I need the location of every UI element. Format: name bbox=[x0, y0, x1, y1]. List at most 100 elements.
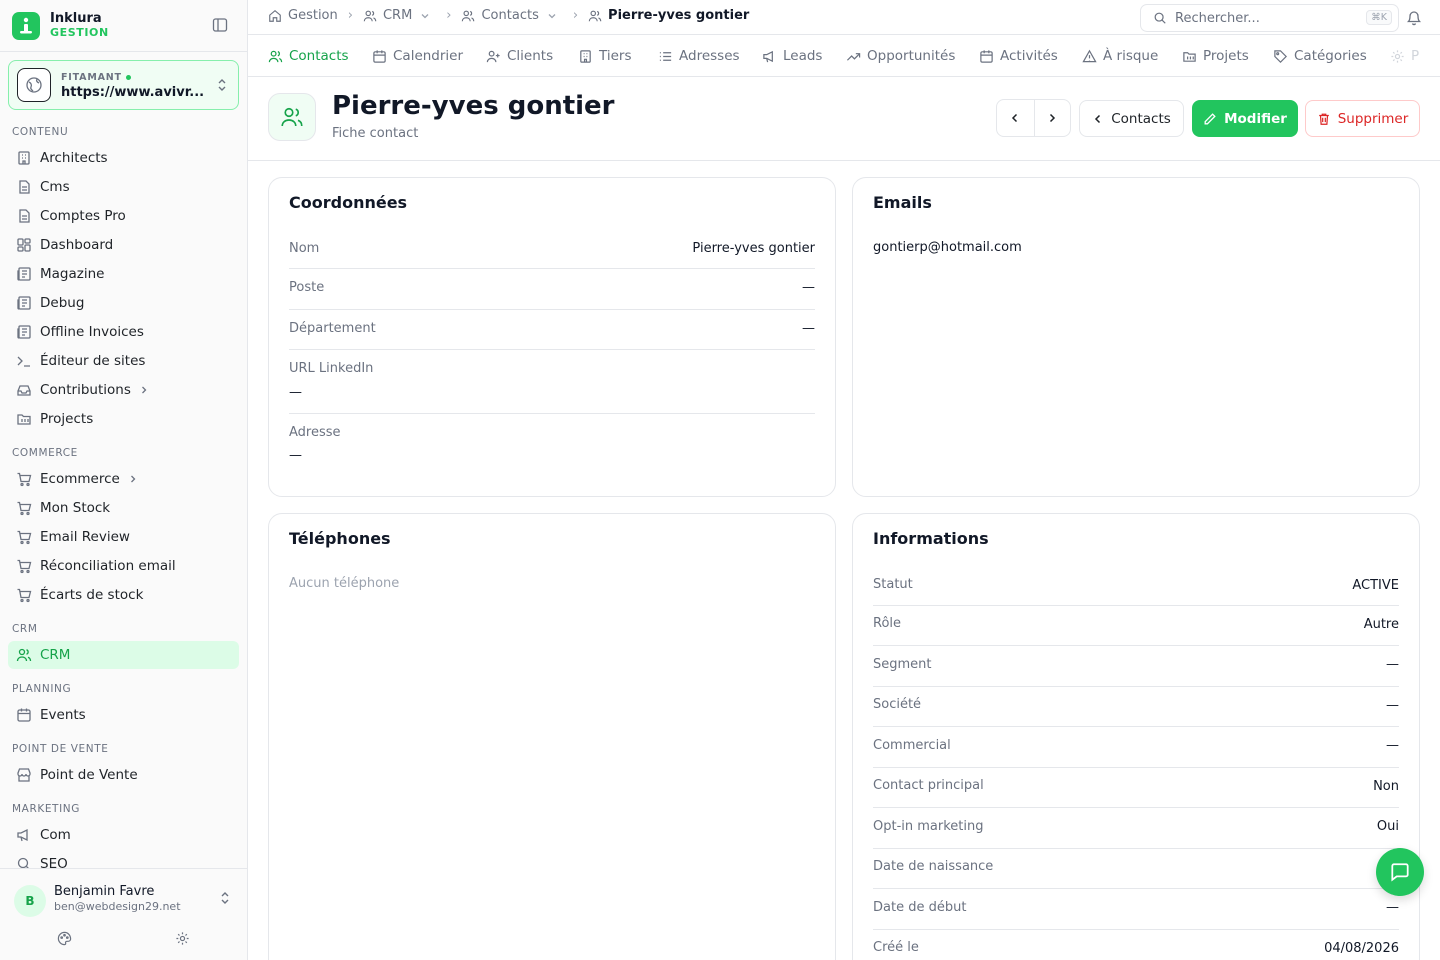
tab-tiers[interactable]: Tiers bbox=[578, 35, 632, 76]
field-value: — bbox=[802, 280, 815, 295]
sidebar-item-label: Dashboard bbox=[40, 237, 114, 253]
sidebar-item-label: CRM bbox=[40, 647, 71, 663]
sidebar-item-label: Mon Stock bbox=[40, 500, 111, 516]
field-row: Opt-in marketing Oui bbox=[873, 808, 1399, 849]
sidebar-item-label: Offline Invoices bbox=[40, 324, 144, 340]
tab-opportunites[interactable]: Opportunités bbox=[846, 35, 955, 76]
sidebar-item-comptes-pro[interactable]: Comptes Pro bbox=[8, 202, 239, 230]
field-row: Créé le 04/08/2026 bbox=[873, 930, 1399, 960]
tab-more[interactable]: P bbox=[1390, 35, 1419, 76]
sidebar-item-label: Architects bbox=[40, 150, 108, 166]
tab-adresses[interactable]: Adresses bbox=[658, 35, 740, 76]
breadcrumb-home[interactable]: Gestion bbox=[268, 8, 338, 23]
sidebar-item-label: Cms bbox=[40, 179, 70, 195]
field-label: Adresse bbox=[289, 425, 341, 440]
tab-a-risque[interactable]: À risque bbox=[1082, 35, 1158, 76]
sidebar-item-com[interactable]: Com bbox=[8, 821, 239, 849]
card-informations: Informations Statut ACTIVE Rôle Autre Se… bbox=[852, 513, 1420, 960]
sidebar-item-projects[interactable]: Projects bbox=[8, 405, 239, 433]
delete-button[interactable]: Supprimer bbox=[1305, 100, 1420, 137]
sidebar-item-events[interactable]: Events bbox=[8, 701, 239, 729]
breadcrumb-contacts[interactable]: Contacts bbox=[461, 8, 562, 23]
sidebar-item-mon-stock[interactable]: Mon Stock bbox=[8, 494, 239, 522]
users-icon bbox=[268, 93, 316, 141]
trash-icon bbox=[1318, 113, 1329, 125]
sidebar-item-cms[interactable]: Cms bbox=[8, 173, 239, 201]
email-value[interactable]: gontierp@hotmail.com bbox=[873, 240, 1022, 255]
building-icon bbox=[580, 49, 591, 63]
tab-projets[interactable]: Projets bbox=[1182, 35, 1249, 76]
field-value: — bbox=[1386, 698, 1399, 713]
message-icon bbox=[1391, 863, 1409, 882]
field-value: 04/08/2026 bbox=[1324, 941, 1399, 956]
newspaper-icon bbox=[16, 324, 32, 340]
sidebar-item-ecommerce[interactable]: Ecommerce bbox=[8, 465, 239, 493]
tab-leads[interactable]: Leads bbox=[762, 35, 823, 76]
chevron-up-down-icon[interactable] bbox=[219, 891, 231, 905]
bell-icon[interactable] bbox=[1406, 9, 1422, 26]
site-url: https://www.avivr... bbox=[61, 85, 205, 100]
brand-name: Inklura bbox=[50, 11, 102, 26]
tab-label: Tiers bbox=[599, 48, 632, 64]
file-icon bbox=[16, 179, 32, 195]
field-row: URL LinkedIn — bbox=[289, 350, 815, 414]
tab-categories[interactable]: Catégories bbox=[1273, 35, 1367, 76]
breadcrumb-home-label: Gestion bbox=[288, 8, 338, 23]
chevron-right-icon: › bbox=[347, 8, 353, 23]
search-icon bbox=[1154, 12, 1166, 24]
sidebar-item-crm[interactable]: CRM bbox=[8, 641, 239, 669]
field-value: Non bbox=[1373, 779, 1399, 794]
sidebar-item-reconciliation-email[interactable]: Réconciliation email bbox=[8, 552, 239, 580]
sidebar-toggle-icon[interactable] bbox=[212, 17, 230, 35]
card-title: Informations bbox=[873, 529, 989, 548]
tab-contacts[interactable]: Contacts bbox=[268, 35, 349, 76]
sidebar-item-editeur-de-sites[interactable]: Éditeur de sites bbox=[8, 347, 239, 375]
chevron-right-icon bbox=[128, 474, 138, 484]
sidebar-item-email-review[interactable]: Email Review bbox=[8, 523, 239, 551]
field-row: Rôle Autre bbox=[873, 606, 1399, 646]
sidebar-item-seo[interactable]: SEO bbox=[8, 850, 239, 868]
user-name[interactable]: Benjamin Favre bbox=[54, 884, 154, 899]
chevron-down-icon[interactable] bbox=[420, 11, 436, 21]
tab-activites[interactable]: Activités bbox=[979, 35, 1058, 76]
chevron-right-icon[interactable] bbox=[1033, 100, 1071, 136]
nav-section-point-de-vente: POINT DE VENTE bbox=[12, 743, 109, 755]
search-input[interactable]: Rechercher... ⌘K bbox=[1140, 4, 1399, 32]
sidebar-item-label: Email Review bbox=[40, 529, 130, 545]
tag-icon bbox=[1274, 49, 1287, 63]
tab-label: Leads bbox=[783, 48, 823, 64]
sidebar-item-label: Events bbox=[40, 707, 86, 723]
palette-icon[interactable] bbox=[57, 931, 72, 946]
calendar-icon bbox=[16, 707, 32, 723]
field-row: Poste — bbox=[289, 269, 815, 310]
brand-subtitle: GESTION bbox=[50, 26, 109, 39]
sidebar-item-offline-invoices[interactable]: Offline Invoices bbox=[8, 318, 239, 346]
sidebar-item-debug[interactable]: Debug bbox=[8, 289, 239, 317]
chevron-left-icon[interactable] bbox=[997, 100, 1034, 136]
sidebar-item-contributions[interactable]: Contributions bbox=[8, 376, 239, 404]
sidebar-item-architects[interactable]: Architects bbox=[8, 144, 239, 172]
site-switcher[interactable]: FITAMANT https://www.avivr... bbox=[8, 60, 239, 110]
sidebar-item-ecarts-de-stock[interactable]: Écarts de stock bbox=[8, 581, 239, 609]
sidebar-item-point-de-vente[interactable]: Point de Vente bbox=[8, 761, 239, 789]
chevron-down-icon[interactable] bbox=[547, 11, 563, 21]
tab-calendrier[interactable]: Calendrier bbox=[372, 35, 463, 76]
sidebar-item-dashboard[interactable]: Dashboard bbox=[8, 231, 239, 259]
edit-button[interactable]: Modifier bbox=[1192, 100, 1298, 137]
tab-label: Activités bbox=[1000, 48, 1058, 64]
sidebar-item-label: Contributions bbox=[40, 382, 131, 398]
nav-section-commerce: COMMERCE bbox=[12, 447, 78, 459]
gear-icon[interactable] bbox=[175, 931, 190, 946]
avatar[interactable]: B bbox=[14, 885, 46, 917]
building-icon bbox=[16, 150, 32, 166]
tab-clients[interactable]: Clients bbox=[486, 35, 554, 76]
sidebar-item-magazine[interactable]: Magazine bbox=[8, 260, 239, 288]
tab-label: Clients bbox=[507, 48, 554, 64]
field-row: Société — bbox=[873, 687, 1399, 727]
chat-button[interactable] bbox=[1376, 848, 1424, 896]
field-value: Autre bbox=[1363, 617, 1399, 632]
back-to-contacts-button[interactable]: Contacts bbox=[1079, 100, 1184, 137]
breadcrumb-crm[interactable]: CRM bbox=[363, 8, 436, 23]
calendar-icon bbox=[980, 49, 993, 63]
brand[interactable]: Inklura GESTION bbox=[12, 10, 109, 42]
